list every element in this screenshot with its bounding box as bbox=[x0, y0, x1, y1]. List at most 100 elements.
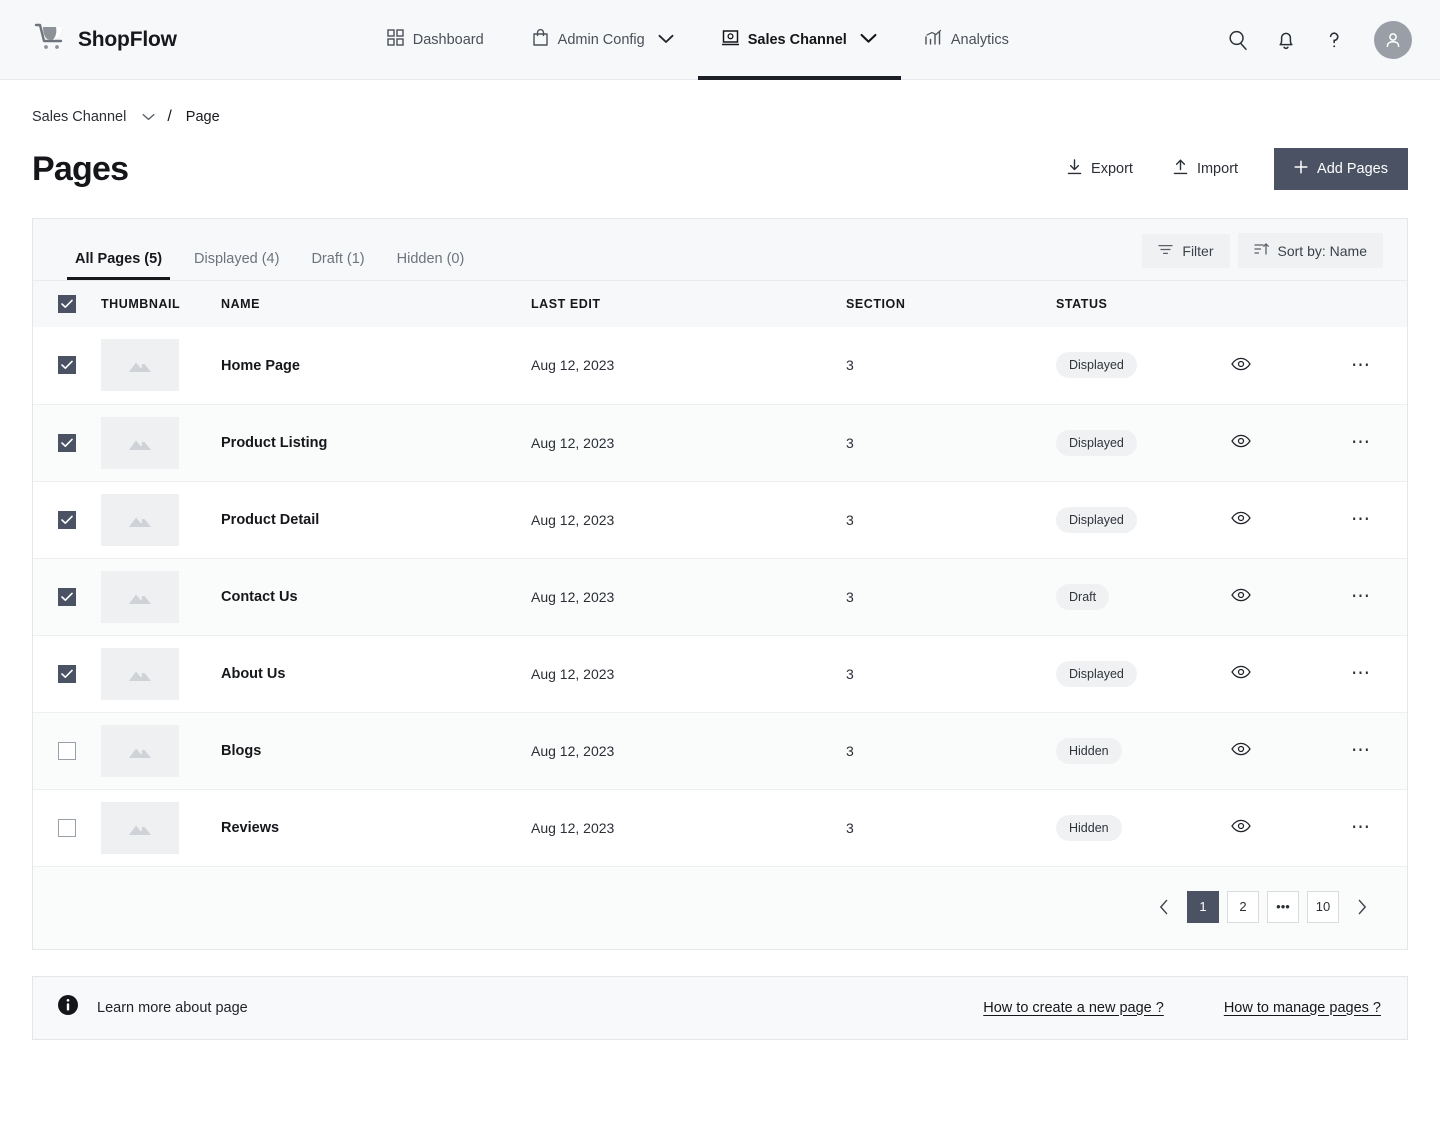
grid-icon bbox=[387, 29, 404, 50]
brand-logo[interactable]: ShopFlow bbox=[32, 22, 177, 57]
more-options-icon[interactable]: ⋯ bbox=[1351, 509, 1372, 530]
row-checkbox[interactable] bbox=[58, 664, 76, 683]
search-icon[interactable] bbox=[1224, 26, 1252, 54]
tab-draft[interactable]: Draft (1) bbox=[295, 251, 380, 281]
table-row[interactable]: Contact Us Aug 12, 2023 3 Draft ⋯ bbox=[33, 558, 1407, 635]
row-thumbnail-cell bbox=[101, 327, 221, 404]
table-row[interactable]: Blogs Aug 12, 2023 3 Hidden ⋯ bbox=[33, 712, 1407, 789]
tab-all-pages[interactable]: All Pages (5) bbox=[59, 251, 178, 281]
pagination: 1 2 ••• 10 bbox=[33, 866, 1407, 949]
row-checkbox[interactable] bbox=[58, 587, 76, 606]
breadcrumb-root[interactable]: Sales Channel bbox=[32, 109, 126, 125]
row-section-cell: 3 bbox=[846, 558, 1056, 635]
page-title: Pages bbox=[32, 149, 129, 188]
nav-item-dashboard[interactable]: Dashboard bbox=[363, 0, 508, 80]
section-count: 3 bbox=[846, 742, 854, 759]
eye-icon[interactable] bbox=[1231, 665, 1251, 679]
section-count: 3 bbox=[846, 588, 854, 605]
filter-button-label: Filter bbox=[1182, 242, 1214, 259]
row-checkbox[interactable] bbox=[58, 356, 76, 375]
user-avatar-icon[interactable] bbox=[1374, 21, 1412, 59]
more-options-icon[interactable]: ⋯ bbox=[1351, 586, 1372, 607]
page-name: Contact Us bbox=[221, 589, 298, 605]
row-name-cell: Product Listing bbox=[221, 404, 531, 481]
eye-icon[interactable] bbox=[1231, 511, 1251, 525]
row-preview-cell bbox=[1231, 712, 1351, 789]
pagination-page-1[interactable]: 1 bbox=[1187, 890, 1219, 923]
table-row[interactable]: Product Detail Aug 12, 2023 3 Displayed ⋯ bbox=[33, 481, 1407, 558]
row-section-cell: 3 bbox=[846, 327, 1056, 404]
help-bar-text: Learn more about page bbox=[97, 999, 248, 1016]
status-badge: Displayed bbox=[1056, 429, 1137, 456]
row-section-cell: 3 bbox=[846, 481, 1056, 558]
thumbnail-placeholder-icon bbox=[101, 570, 179, 623]
tab-displayed[interactable]: Displayed (4) bbox=[178, 251, 295, 281]
row-section-cell: 3 bbox=[846, 712, 1056, 789]
import-button-label: Import bbox=[1196, 161, 1239, 177]
row-select-cell bbox=[33, 558, 101, 635]
pagination-page-2[interactable]: 2 bbox=[1227, 890, 1259, 923]
eye-icon[interactable] bbox=[1231, 434, 1251, 448]
pagination-next-button[interactable] bbox=[1347, 891, 1377, 923]
nav-item-analytics[interactable]: Analytics bbox=[901, 0, 1033, 80]
status-tabs: All Pages (5) Displayed (4) Draft (1) Hi… bbox=[59, 218, 480, 280]
select-all-checkbox[interactable] bbox=[58, 295, 76, 313]
plus-icon bbox=[1294, 160, 1308, 178]
pagination-ellipsis[interactable]: ••• bbox=[1267, 890, 1299, 923]
pagination-prev-button[interactable] bbox=[1149, 891, 1179, 923]
page-name: Reviews bbox=[221, 820, 280, 836]
bell-icon[interactable] bbox=[1272, 26, 1300, 54]
more-options-icon[interactable]: ⋯ bbox=[1351, 740, 1372, 761]
import-button[interactable]: Import bbox=[1157, 149, 1254, 189]
breadcrumb-separator: / bbox=[167, 108, 172, 125]
sort-button[interactable]: Sort by: Name bbox=[1237, 233, 1383, 268]
table-row[interactable]: Home Page Aug 12, 2023 3 Displayed ⋯ bbox=[33, 327, 1407, 404]
nav-item-sales-channel[interactable]: Sales Channel bbox=[697, 0, 901, 80]
status-badge: Hidden bbox=[1056, 814, 1122, 841]
row-last-edit-cell: Aug 12, 2023 bbox=[531, 712, 846, 789]
bar-chart-icon bbox=[925, 29, 942, 50]
nav-item-label: Analytics bbox=[950, 31, 1009, 48]
tab-hidden[interactable]: Hidden (0) bbox=[381, 251, 481, 281]
more-options-icon[interactable]: ⋯ bbox=[1351, 817, 1372, 838]
add-pages-button-label: Add Pages bbox=[1317, 161, 1388, 177]
add-pages-button[interactable]: Add Pages bbox=[1274, 148, 1408, 190]
eye-icon[interactable] bbox=[1231, 588, 1251, 602]
table-row[interactable]: About Us Aug 12, 2023 3 Displayed ⋯ bbox=[33, 635, 1407, 712]
table-row[interactable]: Product Listing Aug 12, 2023 3 Displayed ⋯ bbox=[33, 404, 1407, 481]
eye-icon[interactable] bbox=[1231, 742, 1251, 756]
page-name: Home Page bbox=[221, 357, 300, 374]
row-preview-cell bbox=[1231, 481, 1351, 558]
table-row[interactable]: Reviews Aug 12, 2023 3 Hidden ⋯ bbox=[33, 789, 1407, 866]
help-link-create-page[interactable]: How to create a new page ? bbox=[983, 1000, 1164, 1016]
row-checkbox[interactable] bbox=[58, 433, 76, 452]
nav-item-admin-config[interactable]: Admin Config bbox=[508, 0, 698, 80]
column-header-status: STATUS bbox=[1056, 297, 1108, 311]
row-actions-cell: ⋯ bbox=[1351, 327, 1407, 404]
more-options-icon[interactable]: ⋯ bbox=[1351, 432, 1372, 453]
help-link-manage-pages[interactable]: How to manage pages ? bbox=[1224, 1000, 1381, 1016]
export-button[interactable]: Export bbox=[1051, 149, 1149, 189]
row-section-cell: 3 bbox=[846, 789, 1056, 866]
row-select-cell bbox=[33, 404, 101, 481]
row-preview-cell bbox=[1231, 558, 1351, 635]
row-checkbox[interactable] bbox=[58, 741, 76, 760]
help-bar: Learn more about page How to create a ne… bbox=[32, 975, 1408, 1040]
row-status-cell: Displayed bbox=[1056, 635, 1231, 712]
more-options-icon[interactable]: ⋯ bbox=[1351, 355, 1372, 376]
row-checkbox[interactable] bbox=[58, 818, 76, 837]
eye-icon[interactable] bbox=[1231, 819, 1251, 833]
row-checkbox[interactable] bbox=[58, 510, 76, 529]
chevron-down-icon bbox=[860, 32, 877, 48]
more-options-icon[interactable]: ⋯ bbox=[1351, 663, 1372, 684]
eye-icon[interactable] bbox=[1231, 357, 1251, 371]
row-preview-cell bbox=[1231, 404, 1351, 481]
pagination-page-10[interactable]: 10 bbox=[1307, 890, 1339, 923]
chevron-down-icon[interactable] bbox=[142, 113, 155, 121]
breadcrumb: Sales Channel / Page bbox=[32, 108, 1440, 126]
help-icon[interactable] bbox=[1320, 26, 1348, 54]
upload-icon bbox=[1173, 159, 1188, 179]
filter-button[interactable]: Filter bbox=[1142, 233, 1230, 268]
nav-right-actions bbox=[1224, 0, 1412, 80]
thumbnail-placeholder-icon bbox=[101, 724, 179, 777]
